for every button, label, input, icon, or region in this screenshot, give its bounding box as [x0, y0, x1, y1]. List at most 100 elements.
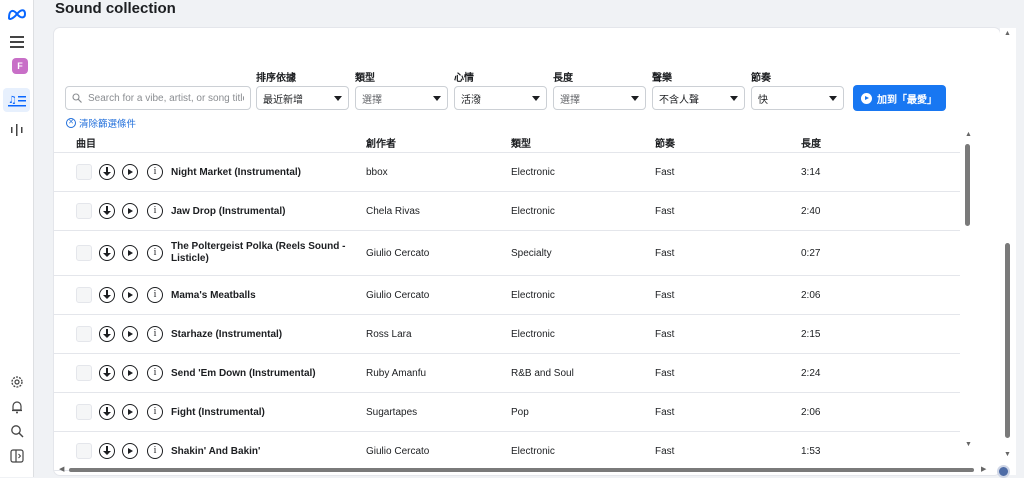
avatar[interactable]: F	[12, 58, 28, 74]
play-circle-icon	[861, 92, 872, 104]
track-title: Mama's Meatballs	[171, 290, 256, 301]
chevron-down-icon	[433, 95, 441, 101]
meta-logo-icon[interactable]	[7, 4, 27, 24]
track-title: Jaw Drop (Instrumental)	[171, 206, 286, 217]
scroll-down-arrow-icon[interactable]: ▼	[1004, 451, 1011, 458]
track-title: Starhaze (Instrumental)	[171, 329, 283, 340]
add-to-favorites-button[interactable]: 加到「最愛」	[853, 85, 946, 111]
download-icon[interactable]	[99, 365, 115, 381]
scroll-up-arrow-icon[interactable]: ▲	[965, 131, 972, 138]
row-checkbox[interactable]	[76, 245, 92, 261]
info-icon[interactable]: i	[147, 287, 163, 303]
page-scroll-thumb[interactable]	[1005, 243, 1010, 438]
download-icon[interactable]	[99, 404, 115, 420]
download-icon[interactable]	[99, 203, 115, 219]
length-value: 選擇	[560, 94, 580, 106]
play-icon[interactable]	[122, 326, 138, 342]
table-row[interactable]: i Starhaze (Instrumental) Ross Lara Elec…	[54, 315, 960, 354]
play-icon[interactable]	[122, 404, 138, 420]
mood-dropdown[interactable]: 活潑	[454, 86, 547, 110]
menu-icon[interactable]	[7, 32, 27, 52]
track-tempo: Fast	[655, 407, 675, 418]
sort-dropdown[interactable]: 最近新增	[256, 86, 349, 110]
table-scrollbar[interactable]: ▲ ▼	[960, 129, 976, 453]
track-genre: R&B and Soul	[511, 368, 574, 379]
info-icon[interactable]: i	[147, 326, 163, 342]
track-creator: Giulio Cercato	[366, 290, 430, 301]
sidebar-panel-icon[interactable]	[7, 446, 27, 466]
table-row[interactable]: i Fight (Instrumental) Sugartapes Pop Fa…	[54, 393, 960, 432]
chevron-down-icon	[334, 95, 342, 101]
row-checkbox[interactable]	[76, 404, 92, 420]
info-icon[interactable]: i	[147, 203, 163, 219]
search-box[interactable]	[65, 86, 251, 110]
table-row[interactable]: i Night Market (Instrumental) bbox Elect…	[54, 153, 960, 192]
scroll-left-arrow-icon[interactable]: ◀	[59, 465, 64, 473]
tempo-dropdown[interactable]: 快	[751, 86, 844, 110]
filter-label-mood: 心情	[454, 73, 474, 84]
genre-value: 選擇	[362, 94, 382, 106]
horizontal-scrollbar[interactable]: ◀ ▶	[59, 465, 989, 475]
download-icon[interactable]	[99, 164, 115, 180]
scroll-up-arrow-icon[interactable]: ▲	[1004, 30, 1011, 37]
help-globe-icon[interactable]	[997, 465, 1010, 478]
download-icon[interactable]	[99, 287, 115, 303]
track-length: 3:14	[801, 167, 821, 178]
search-input[interactable]	[88, 92, 244, 104]
info-icon[interactable]: i	[147, 443, 163, 459]
row-checkbox[interactable]	[76, 203, 92, 219]
clear-filters-link[interactable]: ✕ 清除篩選條件	[66, 116, 136, 130]
mood-value: 活潑	[461, 94, 481, 106]
table-row[interactable]: i Send 'Em Down (Instrumental) Ruby Aman…	[54, 354, 960, 393]
search-icon[interactable]	[7, 421, 27, 441]
bell-icon[interactable]	[7, 397, 27, 417]
music-list-icon[interactable]: ♫	[3, 88, 30, 112]
track-genre: Specialty	[511, 248, 552, 259]
settings-icon[interactable]	[7, 372, 27, 392]
audio-bars-icon[interactable]	[7, 120, 27, 140]
info-icon[interactable]: i	[147, 365, 163, 381]
row-checkbox[interactable]	[76, 164, 92, 180]
row-checkbox[interactable]	[76, 287, 92, 303]
play-icon[interactable]	[122, 443, 138, 459]
info-icon[interactable]: i	[147, 404, 163, 420]
vocals-value: 不含人聲	[659, 94, 699, 106]
vocals-dropdown[interactable]: 不含人聲	[652, 86, 745, 110]
left-rail: F ♫	[0, 0, 34, 477]
track-tempo: Fast	[655, 368, 675, 379]
track-genre: Pop	[511, 407, 529, 418]
sound-collection-card: 排序依據 類型 心情 長度 聲樂 節奏 最近新增 選擇 活潑 選擇	[54, 28, 1000, 475]
filter-label-length: 長度	[553, 73, 573, 84]
play-icon[interactable]	[122, 365, 138, 381]
track-creator: Ross Lara	[366, 329, 412, 340]
play-icon[interactable]	[122, 245, 138, 261]
page-scrollbar[interactable]: ▲ ▼	[1000, 28, 1016, 475]
info-icon[interactable]: i	[147, 245, 163, 261]
table-row[interactable]: i The Poltergeist Polka (Reels Sound - L…	[54, 231, 960, 276]
scroll-right-arrow-icon[interactable]: ▶	[981, 465, 986, 473]
track-title: Shakin' And Bakin'	[171, 446, 261, 457]
row-checkbox[interactable]	[76, 365, 92, 381]
genre-dropdown[interactable]: 選擇	[355, 86, 448, 110]
track-creator: Ruby Amanfu	[366, 368, 427, 379]
track-creator: Chela Rivas	[366, 206, 420, 217]
download-icon[interactable]	[99, 326, 115, 342]
table-row[interactable]: i Mama's Meatballs Giulio Cercato Electr…	[54, 276, 960, 315]
play-icon[interactable]	[122, 203, 138, 219]
table-scroll-thumb[interactable]	[965, 144, 970, 226]
download-icon[interactable]	[99, 245, 115, 261]
download-icon[interactable]	[99, 443, 115, 459]
play-icon[interactable]	[122, 287, 138, 303]
row-checkbox[interactable]	[76, 443, 92, 459]
filter-label-vocals: 聲樂	[652, 73, 672, 84]
play-icon[interactable]	[122, 164, 138, 180]
scroll-down-arrow-icon[interactable]: ▼	[965, 441, 972, 448]
track-tempo: Fast	[655, 248, 675, 259]
horizontal-scroll-thumb[interactable]	[69, 468, 974, 472]
length-dropdown[interactable]: 選擇	[553, 86, 646, 110]
row-checkbox[interactable]	[76, 326, 92, 342]
sort-value: 最近新增	[263, 94, 303, 106]
info-icon[interactable]: i	[147, 164, 163, 180]
table-row[interactable]: i Jaw Drop (Instrumental) Chela Rivas El…	[54, 192, 960, 231]
track-title: Send 'Em Down (Instrumental)	[171, 368, 316, 379]
